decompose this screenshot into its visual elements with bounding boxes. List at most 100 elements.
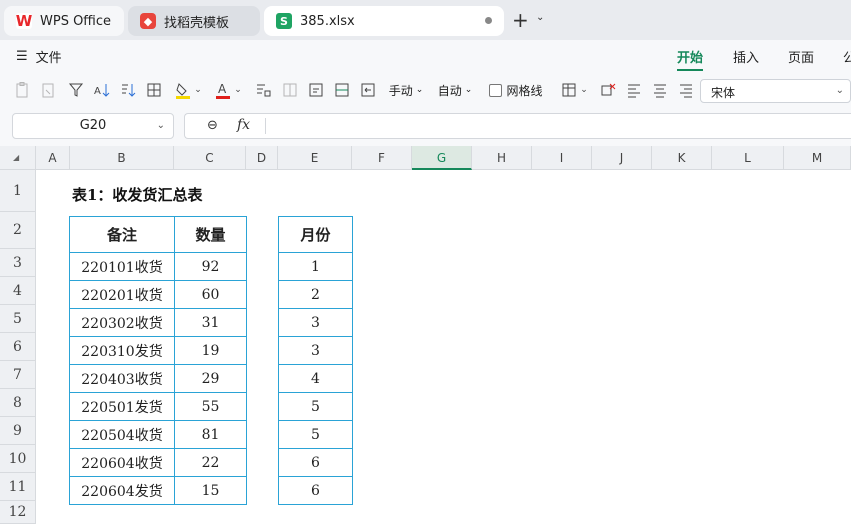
fill-color-button[interactable]: ⌄ xyxy=(172,80,204,100)
row-header-5[interactable]: 5 xyxy=(0,305,36,333)
column-header-e[interactable]: E xyxy=(278,146,352,170)
quantity-cell[interactable]: 55 xyxy=(174,392,247,421)
paste-format-icon[interactable] xyxy=(38,80,58,100)
remark-cell[interactable]: 220501发货 xyxy=(69,392,175,421)
column-header-j[interactable]: J xyxy=(592,146,652,170)
quantity-cell[interactable]: 15 xyxy=(174,476,247,505)
tab-wps-office[interactable]: W WPS Office xyxy=(4,6,124,36)
table-row: 220403收货 29 xyxy=(69,364,247,393)
auto-mode-dropdown[interactable]: 自动 ⌄ xyxy=(435,80,475,100)
tab-spreadsheet-file[interactable]: S 385.xlsx xyxy=(264,6,504,36)
gridlines-checkbox[interactable] xyxy=(489,83,503,97)
formula-input[interactable]: ⊖ fx xyxy=(184,113,851,139)
column-header-g[interactable]: G xyxy=(412,146,472,170)
remark-cell[interactable]: 220403收货 xyxy=(69,364,175,393)
zoom-icon[interactable]: ⊖ xyxy=(207,118,218,133)
row-header-3[interactable]: 3 xyxy=(0,249,36,277)
header-cell-quantity[interactable]: 数量 xyxy=(174,216,247,253)
gridlines-toggle[interactable]: 网格线 xyxy=(488,80,544,100)
remark-cell[interactable]: 220604发货 xyxy=(69,476,175,505)
name-box[interactable]: G20 ⌄ xyxy=(12,113,174,139)
quantity-cell[interactable]: 22 xyxy=(174,448,247,477)
row-header-11[interactable]: 11 xyxy=(0,473,36,501)
quantity-cell[interactable]: 29 xyxy=(174,364,247,393)
month-cell[interactable]: 3 xyxy=(278,336,353,365)
header-cell-remark[interactable]: 备注 xyxy=(69,216,175,253)
row-header-12[interactable]: 12 xyxy=(0,501,36,524)
text-convert-icon[interactable] xyxy=(253,80,273,100)
column-header-f[interactable]: F xyxy=(352,146,412,170)
quantity-cell[interactable]: 19 xyxy=(174,336,247,365)
remark-cell[interactable]: 220504收货 xyxy=(69,420,175,449)
header-cell-month[interactable]: 月份 xyxy=(278,216,353,253)
row-header-1[interactable]: 1 xyxy=(0,170,36,212)
tab-template[interactable]: ◆ 找稻壳模板 xyxy=(128,6,260,36)
remark-cell[interactable]: 220310发货 xyxy=(69,336,175,365)
align-left-icon[interactable] xyxy=(624,80,644,100)
sort-descending-icon[interactable] xyxy=(118,80,138,100)
quantity-cell[interactable]: 81 xyxy=(174,420,247,449)
column-header-l[interactable]: L xyxy=(712,146,784,170)
ribbon-tab-insert[interactable]: 插入 xyxy=(733,47,759,66)
month-table: 月份 1 2 3 3 4 5 5 6 6 xyxy=(278,216,353,505)
select-all-corner[interactable]: ◢ xyxy=(0,146,36,170)
remark-cell[interactable]: 220201收货 xyxy=(69,280,175,309)
row-header-2[interactable]: 2 xyxy=(0,212,36,249)
paste-values-icon[interactable] xyxy=(12,80,32,100)
sheet-title[interactable]: 表1：收发货汇总表 xyxy=(72,184,202,205)
sheet-grid[interactable]: ◢ A B C D E F G H I J K L M 1 2 3 4 5 6 … xyxy=(0,146,851,524)
clear-format-icon[interactable] xyxy=(598,80,618,100)
wrap-mode-dropdown[interactable]: 手动 ⌄ xyxy=(386,80,426,100)
sort-ascending-icon[interactable]: A xyxy=(92,80,112,100)
month-cell[interactable]: 2 xyxy=(278,280,353,309)
borders-icon[interactable] xyxy=(144,80,164,100)
font-family-select[interactable]: 宋体 ⌄ xyxy=(700,79,851,103)
table-style-button[interactable]: ⌄ xyxy=(558,80,590,100)
wrap-text-icon[interactable] xyxy=(306,80,326,100)
row-header-4[interactable]: 4 xyxy=(0,277,36,305)
table-row: 220501发货 55 xyxy=(69,392,247,421)
month-cell[interactable]: 5 xyxy=(278,392,353,421)
column-header-a[interactable]: A xyxy=(36,146,70,170)
ribbon-tab-page[interactable]: 页面 xyxy=(788,47,814,66)
column-header-m[interactable]: M xyxy=(784,146,851,170)
table-row: 1 xyxy=(278,252,353,281)
column-header-i[interactable]: I xyxy=(532,146,592,170)
row-header-6[interactable]: 6 xyxy=(0,333,36,361)
remark-cell[interactable]: 220101收货 xyxy=(69,252,175,281)
font-color-button[interactable]: A ⌄ xyxy=(212,80,244,100)
row-header-8[interactable]: 8 xyxy=(0,389,36,417)
quantity-cell[interactable]: 92 xyxy=(174,252,247,281)
new-tab-plus-icon[interactable]: + xyxy=(512,8,529,32)
ribbon-tab-formula[interactable]: 公 xyxy=(843,47,851,66)
month-cell[interactable]: 3 xyxy=(278,308,353,337)
month-cell[interactable]: 5 xyxy=(278,420,353,449)
cell-style-icon[interactable] xyxy=(332,80,352,100)
filter-icon[interactable] xyxy=(66,80,86,100)
merge-cells-icon[interactable] xyxy=(280,80,300,100)
quantity-cell[interactable]: 31 xyxy=(174,308,247,337)
row-header-10[interactable]: 10 xyxy=(0,445,36,473)
ribbon-tab-home[interactable]: 开始 xyxy=(677,47,704,71)
month-cell[interactable]: 6 xyxy=(278,476,353,505)
row-header-7[interactable]: 7 xyxy=(0,361,36,389)
fit-column-icon[interactable] xyxy=(358,80,378,100)
remark-cell[interactable]: 220302收货 xyxy=(69,308,175,337)
unsaved-dot-icon[interactable] xyxy=(485,17,492,24)
month-cell[interactable]: 4 xyxy=(278,364,353,393)
align-center-icon[interactable] xyxy=(650,80,670,100)
remark-cell[interactable]: 220604收货 xyxy=(69,448,175,477)
row-header-9[interactable]: 9 xyxy=(0,417,36,445)
fx-icon[interactable]: fx xyxy=(237,117,250,133)
column-header-d[interactable]: D xyxy=(246,146,278,170)
align-right-icon[interactable] xyxy=(676,80,696,100)
column-header-c[interactable]: C xyxy=(174,146,246,170)
month-cell[interactable]: 6 xyxy=(278,448,353,477)
column-header-k[interactable]: K xyxy=(652,146,712,170)
column-header-h[interactable]: H xyxy=(472,146,532,170)
column-header-b[interactable]: B xyxy=(70,146,174,170)
file-menu-button[interactable]: ☰ 文件 xyxy=(16,47,62,66)
quantity-cell[interactable]: 60 xyxy=(174,280,247,309)
chevron-down-icon[interactable]: ⌄ xyxy=(536,12,544,23)
month-cell[interactable]: 1 xyxy=(278,252,353,281)
